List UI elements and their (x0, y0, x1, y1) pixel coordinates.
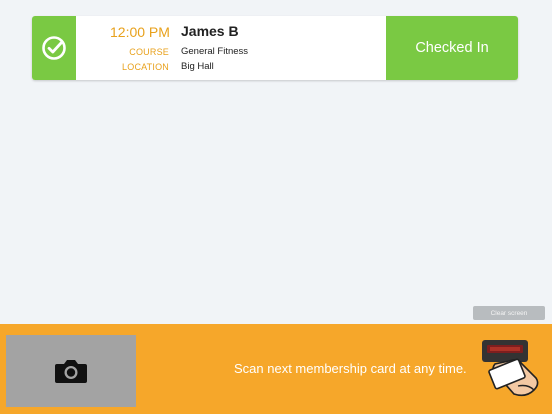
camera-scan-button[interactable] (6, 335, 136, 407)
location-value: Big Hall (181, 61, 214, 72)
member-name: James B (181, 23, 239, 39)
scan-footer: Scan next membership card at any time. (0, 324, 552, 414)
course-label: COURSE (129, 47, 169, 57)
card-scanner-icon (482, 340, 539, 397)
clear-screen-button[interactable]: Clear screen (473, 306, 545, 320)
course-value: General Fitness (181, 46, 249, 57)
location-label: LOCATION (122, 62, 169, 72)
camera-icon (55, 360, 87, 383)
scan-instruction: Scan next membership card at any time. (234, 361, 467, 376)
checkin-status: Checked In (386, 16, 518, 80)
checkin-card: 12:00 PM James B COURSE General Fitness … (32, 16, 518, 80)
